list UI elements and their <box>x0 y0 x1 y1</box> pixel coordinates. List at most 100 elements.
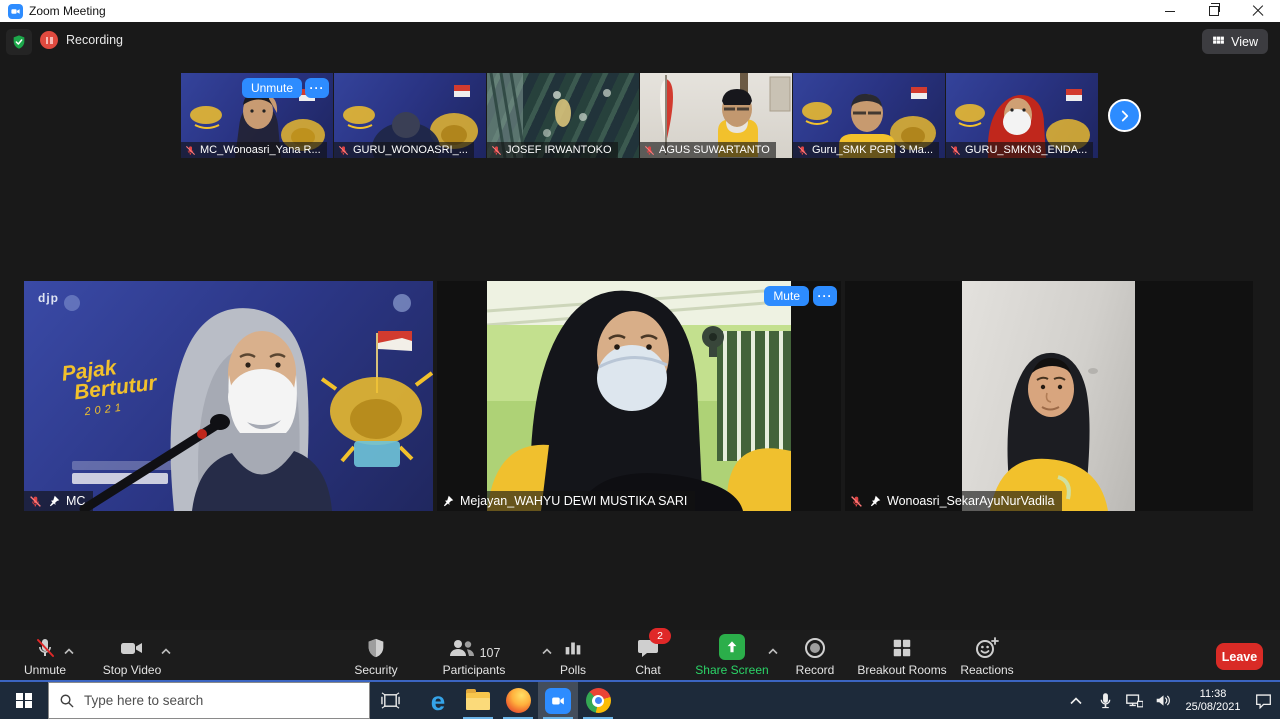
close-button[interactable] <box>1236 0 1280 22</box>
pin-icon <box>869 495 881 507</box>
search-input[interactable] <box>82 692 336 709</box>
windows-logo-icon <box>16 693 32 709</box>
muted-mic-icon <box>491 145 502 156</box>
participant-name-label: GURU_WONOASRI_... <box>334 142 474 158</box>
reactions-icon <box>974 636 1000 660</box>
recording-icon <box>40 31 58 49</box>
minimize-button[interactable] <box>1148 0 1192 22</box>
task-view-button[interactable] <box>370 682 410 719</box>
muted-mic-icon <box>29 495 42 508</box>
taskbar-edge[interactable]: e <box>418 682 458 719</box>
djp-watermark: djp <box>38 291 59 305</box>
chrome-icon <box>586 688 611 713</box>
view-button[interactable]: View <box>1202 29 1268 54</box>
video-options-chevron[interactable] <box>161 642 171 650</box>
minimize-icon <box>1165 11 1175 12</box>
video-tile-mc-main[interactable]: djp Pajak Bertutur 2021 MC <box>24 281 433 511</box>
clock-time: 11:38 <box>1181 688 1245 701</box>
muted-mic-icon <box>797 145 808 156</box>
unmute-button[interactable]: Unmute <box>10 634 80 677</box>
start-button[interactable] <box>0 682 48 719</box>
pin-icon <box>48 495 60 507</box>
unmute-options-chevron[interactable] <box>64 642 74 650</box>
share-options-chevron[interactable] <box>768 642 778 650</box>
zoom-app-icon <box>8 4 23 19</box>
video-tile-wonoasri-sekar[interactable]: Wonoasri_SekarAyuNurVadila <box>845 281 1253 511</box>
video-tile-josef-irwantoko[interactable]: JOSEF IRWANTOKO <box>487 73 639 158</box>
participant-video <box>962 281 1135 511</box>
participant-name-label: JOSEF IRWANTOKO <box>487 142 618 158</box>
participant-video: djp Pajak Bertutur 2021 <box>24 281 433 511</box>
participant-more-button[interactable]: ··· <box>813 286 837 306</box>
recording-indicator[interactable]: Recording <box>40 31 123 49</box>
taskbar-file-explorer[interactable] <box>458 682 498 719</box>
zoom-icon <box>545 688 571 714</box>
participant-name-label: AGUS SUWARTANTO <box>640 142 776 158</box>
reactions-button[interactable]: Reactions <box>952 634 1022 677</box>
edge-icon: e <box>431 688 445 714</box>
system-tray: 11:38 25/08/2021 <box>1065 682 1280 719</box>
taskbar-search[interactable] <box>48 682 370 719</box>
close-icon <box>1252 5 1264 17</box>
participants-button[interactable]: 107 Participants <box>418 634 530 677</box>
security-button[interactable]: Security <box>338 634 414 677</box>
tray-network-icon[interactable] <box>1123 682 1145 719</box>
gallery-view-icon <box>1212 35 1225 48</box>
view-label: View <box>1231 35 1258 49</box>
participant-name-label: Wonoasri_SekarAyuNurVadila <box>845 491 1062 511</box>
file-explorer-icon <box>466 692 490 710</box>
participant-more-button[interactable]: ··· <box>305 78 329 98</box>
participant-name-label: GURU_SMKN3_ENDA... <box>946 142 1093 158</box>
taskbar-chrome[interactable] <box>578 682 618 719</box>
video-camera-icon <box>119 636 145 660</box>
action-center-button[interactable] <box>1252 682 1274 719</box>
video-tile-agus-suwartanto[interactable]: AGUS SUWARTANTO <box>640 73 792 158</box>
participant-name-label: Mejayan_WAHYU DEWI MUSTIKA SARI <box>437 491 695 511</box>
shield-icon <box>365 636 387 660</box>
polls-button[interactable]: Polls <box>544 634 602 677</box>
restore-button[interactable] <box>1192 0 1236 22</box>
search-icon <box>59 693 74 708</box>
restore-icon <box>1209 6 1219 16</box>
taskbar-firefox[interactable] <box>498 682 538 719</box>
chevron-right-icon <box>1119 110 1131 122</box>
participant-name-label: MC_Wonoasri_Yana R... <box>181 142 327 158</box>
meeting-info-button[interactable] <box>6 29 32 55</box>
taskbar-zoom-active[interactable] <box>538 682 578 719</box>
video-tile-guru-smk-pgri3[interactable]: Guru_SMK PGRI 3 Ma... <box>793 73 945 158</box>
taskbar-clock[interactable]: 11:38 25/08/2021 <box>1181 688 1245 714</box>
muted-mic-icon <box>950 145 961 156</box>
tray-volume-icon[interactable] <box>1152 682 1174 719</box>
muted-mic-icon <box>644 145 655 156</box>
video-tile-mc-wonoasri-yana[interactable]: Unmute ··· MC_Wonoasri_Yana R... <box>181 73 333 158</box>
stop-video-button[interactable]: Stop Video <box>92 634 172 677</box>
breakout-rooms-button[interactable]: Breakout Rooms <box>852 634 952 677</box>
pajak-bertutur-watermark: Pajak Bertutur 2021 <box>61 354 160 425</box>
tray-microphone-icon[interactable] <box>1094 682 1116 719</box>
task-view-icon <box>381 691 400 710</box>
participant-video <box>487 281 791 511</box>
pin-icon <box>442 495 454 507</box>
leave-button[interactable]: Leave <box>1216 643 1263 670</box>
chat-unread-badge: 2 <box>649 628 671 644</box>
chat-button[interactable]: 2 Chat <box>620 634 676 677</box>
shield-check-icon <box>11 34 27 50</box>
polls-icon <box>562 636 584 660</box>
video-tile-guru-wonoasri[interactable]: GURU_WONOASRI_... <box>334 73 486 158</box>
video-tile-mejayan-wahyu[interactable]: Mute ··· Mejayan_WAHYU DEWI MUSTIKA SARI <box>437 281 841 511</box>
gallery-next-page-button[interactable] <box>1108 99 1141 132</box>
record-button[interactable]: Record <box>786 634 844 677</box>
clock-date: 25/08/2021 <box>1181 701 1245 714</box>
screen: Zoom Meeting Recording View <box>0 0 1280 719</box>
participants-count: 107 <box>480 646 501 660</box>
participant-name-label: Guru_SMK PGRI 3 Ma... <box>793 142 939 158</box>
muted-mic-icon <box>850 495 863 508</box>
participant-name-label: MC <box>24 491 93 511</box>
video-tile-guru-smkn3-enda[interactable]: GURU_SMKN3_ENDA... <box>946 73 1098 158</box>
breakout-rooms-icon <box>891 636 913 660</box>
mute-participant-button[interactable]: Mute <box>764 286 809 306</box>
hidden-icons-chevron[interactable] <box>1065 682 1087 719</box>
share-screen-button[interactable]: Share Screen <box>688 634 776 677</box>
share-screen-icon <box>719 634 745 660</box>
unmute-participant-button[interactable]: Unmute <box>242 78 302 98</box>
